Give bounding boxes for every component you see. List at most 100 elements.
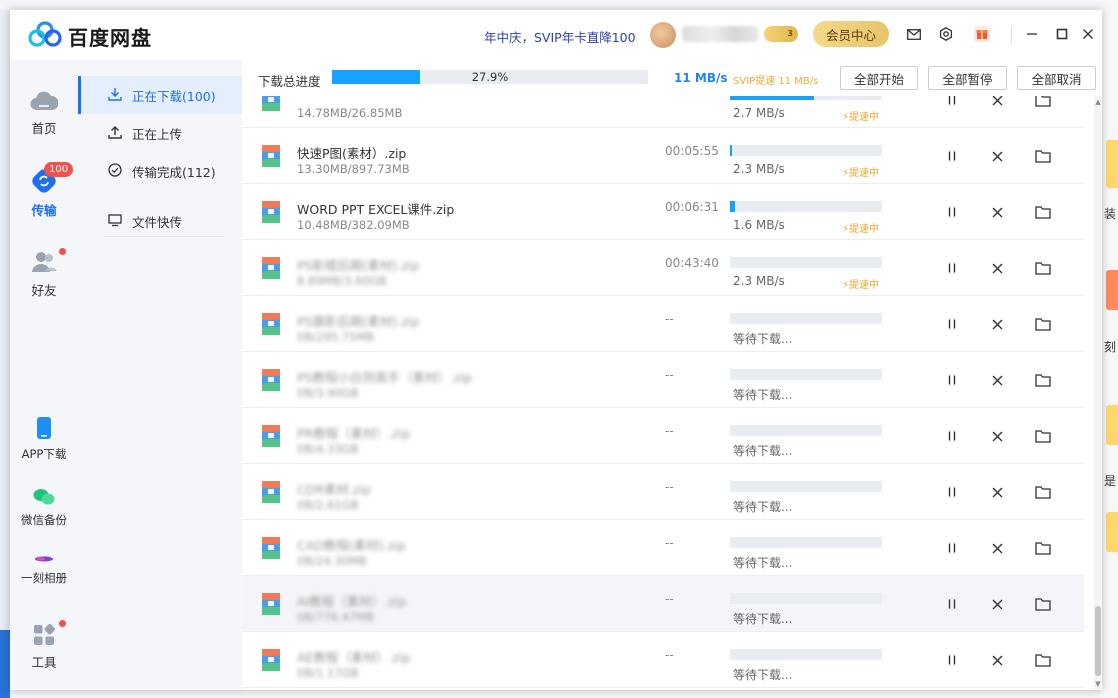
pause-icon[interactable] (944, 204, 960, 220)
download-row[interactable]: 14.78MB/26.85MB 2.7 MB/s ⚡提速中 (242, 96, 1084, 128)
open-folder-icon[interactable] (1035, 316, 1051, 332)
cancel-download-icon[interactable] (989, 204, 1005, 220)
row-progress-bar (730, 369, 882, 380)
row-progress-bar (730, 313, 882, 324)
download-row[interactable]: PS影楼后期(素材).zip 8.89MB/3.60GB 00:43:40 2.3 M… (242, 240, 1084, 296)
cancel-download-icon[interactable] (989, 372, 1005, 388)
cancel-download-icon[interactable] (989, 428, 1005, 444)
cancel-download-icon[interactable] (989, 316, 1005, 332)
open-folder-icon[interactable] (1035, 96, 1051, 108)
file-size-progress: 0B/3.90GB (297, 386, 359, 400)
album-icon (35, 556, 53, 562)
pause-icon[interactable] (944, 148, 960, 164)
left-nav: 首页 传输 100 好友 APP下载 微信备份 一刻相册 工具 (10, 60, 78, 690)
download-speed: 等待下载... (733, 444, 793, 458)
cancel-download-icon[interactable] (989, 148, 1005, 164)
cancel-download-icon[interactable] (989, 596, 1005, 612)
open-folder-icon[interactable] (1035, 372, 1051, 388)
download-row[interactable]: CAD教程(素材).zip 0B/24.30MB -- 等待下载... (242, 520, 1084, 576)
open-folder-icon[interactable] (1035, 484, 1051, 500)
nav-transfer[interactable]: 传输 100 (10, 162, 78, 219)
open-folder-icon[interactable] (1035, 260, 1051, 276)
boost-status: ⚡提速中 (842, 220, 879, 235)
pause-icon[interactable] (944, 428, 960, 444)
pause-icon[interactable] (944, 96, 960, 108)
subnav-quick-send[interactable]: 文件快传 (78, 202, 242, 240)
member-center-button[interactable]: 会员中心 (813, 21, 889, 47)
promo-link[interactable]: 年中庆，SVIP年卡直降100 (484, 27, 636, 46)
nav-tools[interactable]: 工具 (10, 620, 78, 671)
open-folder-icon[interactable] (1035, 652, 1051, 668)
nav-home[interactable]: 首页 (10, 90, 78, 137)
minimize-icon[interactable] (1022, 24, 1042, 44)
download-row[interactable]: AE教程（素材）.zip 0B/1.17GB -- 等待下载... (242, 632, 1084, 688)
download-speed: 等待下载... (733, 556, 793, 570)
subnav-uploading[interactable]: 正在上传 (78, 114, 242, 152)
nav-wechat-backup-label: 微信备份 (21, 513, 67, 527)
nav-transfer-label: 传输 (31, 203, 57, 218)
background-strip (1106, 405, 1118, 445)
cancel-download-icon[interactable] (989, 484, 1005, 500)
baidu-cloud-logo-icon (28, 21, 62, 47)
nav-wechat-backup[interactable]: 微信备份 (10, 488, 78, 528)
download-list: 14.78MB/26.85MB 2.7 MB/s ⚡提速中 快速P图(素材）.zip 1… (242, 96, 1094, 690)
pause-all-button[interactable]: 全部暂停 (928, 66, 1007, 90)
settings-gear-icon[interactable] (936, 24, 956, 44)
download-row[interactable]: 快速P图(素材）.zip 13.30MB/897.73MB 00:05:55 2.3 … (242, 128, 1084, 184)
open-folder-icon[interactable] (1035, 204, 1051, 220)
friends-icon (32, 252, 57, 272)
pause-icon[interactable] (944, 596, 960, 612)
pause-icon[interactable] (944, 484, 960, 500)
avatar[interactable] (650, 22, 676, 48)
scroll-down-arrow-icon[interactable]: ▼ (1094, 680, 1102, 688)
cancel-download-icon[interactable] (989, 652, 1005, 668)
file-name: CDR素材.zip (297, 482, 371, 497)
pause-icon[interactable] (944, 260, 960, 276)
close-window-icon[interactable] (1078, 24, 1098, 44)
subnav-downloading[interactable]: 正在下载(100) (78, 76, 242, 114)
scrollbar-thumb[interactable] (1095, 606, 1101, 676)
cancel-download-icon[interactable] (989, 96, 1005, 108)
mail-icon[interactable] (904, 24, 924, 44)
time-remaining: -- (665, 648, 674, 662)
subnav-completed[interactable]: 传输完成(112) (78, 152, 242, 190)
open-folder-icon[interactable] (1035, 596, 1051, 612)
maximize-icon[interactable] (1052, 24, 1072, 44)
baidu-netdisk-window: 百度网盘 年中庆，SVIP年卡直降100 3 会员中心 首页 传输 100 好友… (10, 10, 1102, 690)
start-all-button[interactable]: 全部开始 (840, 66, 918, 90)
cancel-download-icon[interactable] (989, 260, 1005, 276)
open-folder-icon[interactable] (1035, 428, 1051, 444)
download-row[interactable]: WORD PPT EXCEL课件.zip 10.48MB/382.09MB 00:0… (242, 184, 1084, 240)
pause-icon[interactable] (944, 372, 960, 388)
nav-app-download[interactable]: APP下载 (10, 416, 78, 462)
open-folder-icon[interactable] (1035, 148, 1051, 164)
download-row[interactable]: PS摄影后期(素材).zip 0B/295.75MB -- 等待下载... (242, 296, 1084, 352)
cancel-download-icon[interactable] (989, 540, 1005, 556)
gift-icon[interactable] (972, 24, 992, 44)
scrollbar[interactable]: ▲ ▼ (1094, 96, 1102, 690)
row-progress-bar (730, 96, 882, 100)
pause-icon[interactable] (944, 316, 960, 332)
friends-notification-dot (59, 248, 66, 255)
download-row[interactable]: PS教程小白到高手（素材）.zip 0B/3.90GB -- 等待下载... (242, 352, 1084, 408)
tools-notification-dot (59, 620, 66, 627)
time-remaining: -- (665, 424, 674, 438)
open-folder-icon[interactable] (1035, 540, 1051, 556)
download-speed: 2.7 MB/s (733, 106, 785, 120)
pause-icon[interactable] (944, 652, 960, 668)
nav-album[interactable]: 一刻相册 (10, 554, 78, 586)
file-size-progress: 0B/4.33GB (297, 442, 359, 456)
username-blurred[interactable] (682, 26, 758, 42)
download-row[interactable]: AI教程（素材）.zip 0B/776.47MB -- 等待下载... (242, 576, 1084, 632)
cancel-all-button[interactable]: 全部取消 (1017, 66, 1096, 90)
zip-archive-icon (262, 593, 280, 615)
upload-icon (108, 126, 122, 139)
download-speed: 等待下载... (733, 500, 793, 514)
nav-friends[interactable]: 好友 (10, 248, 78, 299)
pause-icon[interactable] (944, 540, 960, 556)
total-progress-percent: 27.9% (471, 70, 509, 84)
scroll-up-arrow-icon[interactable]: ▲ (1094, 98, 1102, 106)
file-size-progress: 13.30MB/897.73MB (297, 162, 410, 176)
download-row[interactable]: CDR素材.zip 0B/2.61GB -- 等待下载... (242, 464, 1084, 520)
download-row[interactable]: PR教程（素材）.zip 0B/4.33GB -- 等待下载... (242, 408, 1084, 464)
